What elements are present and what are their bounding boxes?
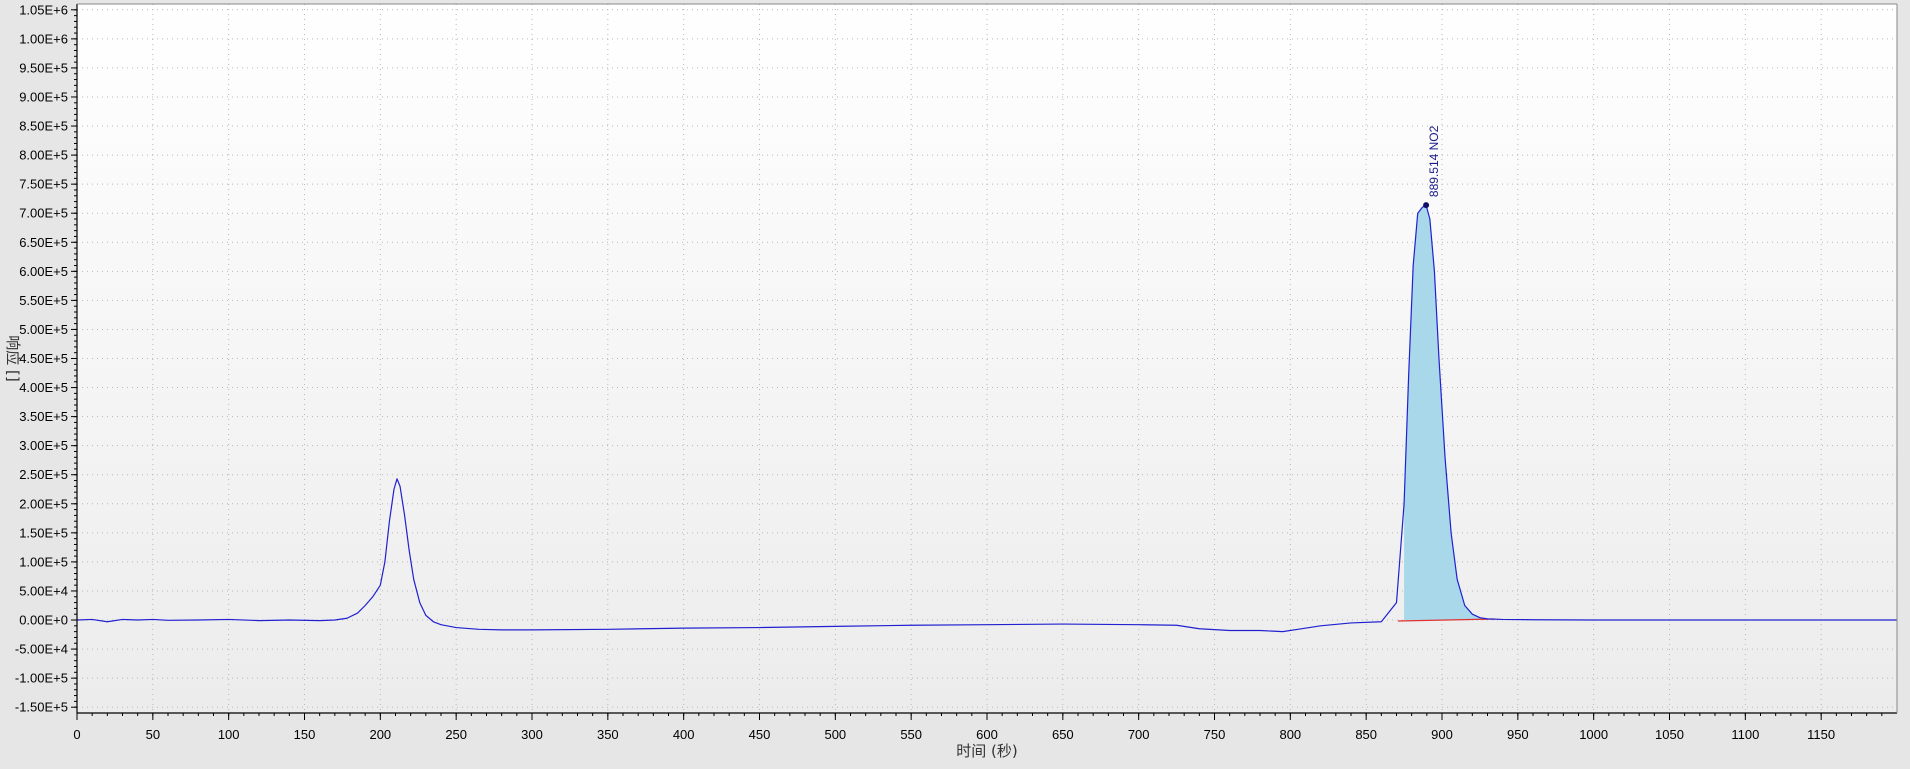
- x-tick-label: 200: [369, 727, 391, 742]
- y-tick-label: 9.00E+5: [19, 89, 68, 104]
- x-tick-label: 1150: [1807, 727, 1835, 742]
- y-tick-label: 4.00E+5: [19, 380, 68, 395]
- chart-svg: 1.05E+6 1.00E+6 9.50E+5 9.00E+5 8.50E+5 8.00E…: [4, 2, 1898, 760]
- x-tick-label: 700: [1128, 727, 1150, 742]
- y-tick-label: 0.00E+0: [19, 613, 68, 628]
- x-tick-label: 1100: [1731, 727, 1759, 742]
- x-tick-label: 850: [1355, 727, 1377, 742]
- y-axis-title: 响应 []: [4, 335, 22, 381]
- x-tick-label: 350: [597, 727, 619, 742]
- x-tick-label: 1050: [1655, 727, 1684, 742]
- y-tick-label: 1.00E+5: [19, 554, 68, 569]
- x-tick-label: 100: [218, 727, 240, 742]
- x-tick-label: 750: [1204, 727, 1226, 742]
- x-tick-label: 450: [749, 727, 771, 742]
- y-tick-label: 4.50E+5: [19, 351, 68, 366]
- y-tick-label: 7.00E+5: [19, 206, 68, 221]
- y-tick-label: 1.05E+6: [19, 2, 68, 17]
- y-tick-label: -5.00E+4: [15, 642, 68, 657]
- chromatogram-chart: 1.05E+6 1.00E+6 9.50E+5 9.00E+5 8.50E+5 8.00E…: [0, 0, 1910, 769]
- y-tick-label: 1.50E+5: [19, 525, 68, 540]
- y-tick-label: 1.00E+6: [19, 31, 68, 46]
- y-tick-label: 5.00E+5: [19, 322, 68, 337]
- x-tick-label: 1000: [1579, 727, 1608, 742]
- x-tick-label: 800: [1279, 727, 1301, 742]
- x-tick-label: 500: [824, 727, 846, 742]
- x-tick-label: 400: [673, 727, 695, 742]
- y-tick-label: 3.50E+5: [19, 409, 68, 424]
- y-tick-label: 3.00E+5: [19, 438, 68, 453]
- y-tick-label: 5.00E+4: [19, 583, 68, 598]
- x-tick-label: 900: [1431, 727, 1453, 742]
- x-tick-label: 300: [521, 727, 543, 742]
- y-tick-label: 2.00E+5: [19, 496, 68, 511]
- y-tick-label: 9.50E+5: [19, 60, 68, 75]
- x-tick-label: 950: [1507, 727, 1529, 742]
- y-tick-label: -1.00E+5: [15, 671, 68, 686]
- x-tick-label: 250: [445, 727, 467, 742]
- x-axis-title: 时间 (秒): [956, 742, 1017, 760]
- y-tick-label: 2.50E+5: [19, 467, 68, 482]
- x-tick-label: 50: [146, 727, 160, 742]
- y-tick-label: 6.00E+5: [19, 264, 68, 279]
- x-tick-label: 650: [1052, 727, 1074, 742]
- y-tick-label: -1.50E+5: [15, 700, 68, 715]
- peak-label: 889.514 NO2: [1427, 125, 1441, 197]
- x-tick-label: 600: [976, 727, 998, 742]
- x-tick-label: 150: [294, 727, 316, 742]
- x-tick-label: 0: [73, 727, 80, 742]
- y-tick-label: 6.50E+5: [19, 235, 68, 250]
- y-tick-label: 8.00E+5: [19, 148, 68, 163]
- y-tick-label: 7.50E+5: [19, 177, 68, 192]
- x-tick-label: 550: [900, 727, 922, 742]
- peak-apex-marker: [1423, 202, 1430, 209]
- y-tick-label: 5.50E+5: [19, 293, 68, 308]
- y-tick-label: 8.50E+5: [19, 119, 68, 134]
